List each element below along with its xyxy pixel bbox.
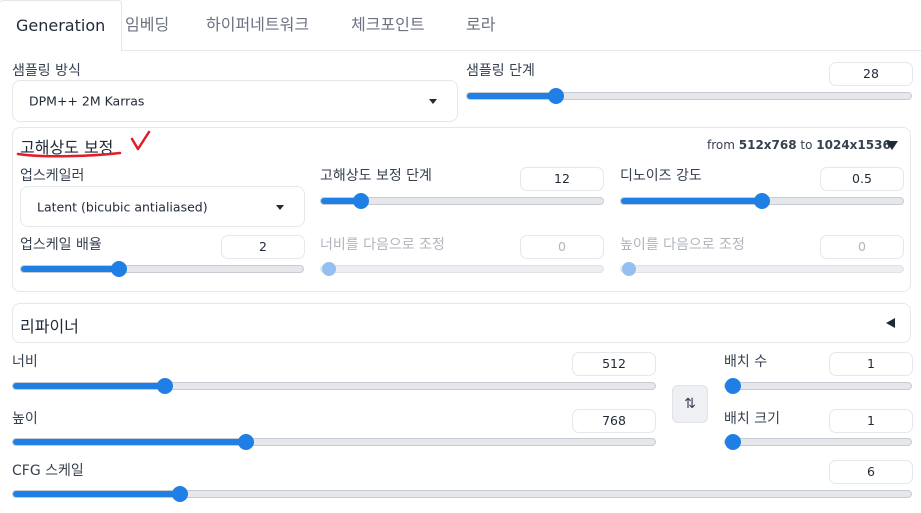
resize-width-input[interactable]: 0 [520, 235, 604, 259]
slider-fill [13, 383, 165, 389]
slider-fill [21, 266, 120, 272]
collapse-triangle-icon[interactable] [886, 141, 898, 150]
denoise-label: 디노이즈 강도 [620, 168, 702, 184]
batch-size-input[interactable]: 1 [829, 409, 913, 433]
slider-thumb[interactable] [156, 378, 173, 394]
batch-count-slider[interactable] [724, 378, 912, 394]
cfg-scale-slider[interactable] [12, 486, 912, 502]
upscale-by-input[interactable]: 2 [221, 235, 305, 259]
slider-thumb[interactable] [754, 193, 770, 209]
slider-thumb[interactable] [725, 378, 741, 394]
hires-steps-input[interactable]: 12 [520, 167, 604, 191]
resize-height-label: 높이를 다음으로 조정 [620, 237, 745, 253]
slider-fill [13, 491, 180, 497]
slider-fill [13, 439, 247, 445]
sampling-method-label: 샘플링 방식 [12, 63, 81, 79]
refiner-title[interactable]: 리파이너 [20, 313, 79, 337]
slider-fill [621, 198, 762, 204]
sampling-steps-slider[interactable] [466, 88, 912, 104]
slider-fill [467, 93, 557, 99]
swap-dimensions-button[interactable]: ⇅ [672, 385, 708, 423]
refiner-panel[interactable] [12, 303, 911, 343]
width-input[interactable]: 512 [572, 352, 656, 376]
hires-resolution-info: from 512x768 to 1024x1536 [707, 138, 891, 152]
swap-icon: ⇅ [684, 396, 696, 412]
slider-thumb[interactable] [322, 262, 336, 276]
tab-embedding[interactable]: 임베딩 [125, 0, 169, 51]
width-label: 너비 [12, 354, 38, 370]
tab-checkpoint[interactable]: 체크포인트 [351, 0, 425, 51]
sampling-steps-label: 샘플링 단계 [466, 63, 535, 79]
info-mid: to [796, 138, 817, 152]
batch-size-label: 배치 크기 [724, 411, 780, 427]
denoise-input[interactable]: 0.5 [820, 167, 904, 191]
batch-count-input[interactable]: 1 [829, 352, 913, 376]
resize-height-input[interactable]: 0 [820, 235, 904, 259]
sampling-method-dropdown[interactable]: DPM++ 2M Karras [12, 80, 458, 122]
upscaler-label: 업스케일러 [20, 168, 85, 184]
chevron-down-icon [276, 204, 284, 210]
tab-lora[interactable]: 로라 [466, 0, 495, 51]
slider-thumb[interactable] [622, 262, 636, 276]
hires-steps-slider[interactable] [320, 193, 604, 209]
slider-thumb[interactable] [725, 434, 741, 450]
expand-triangle-icon[interactable] [886, 318, 895, 328]
upscaler-dropdown[interactable]: Latent (bicubic antialiased) [20, 186, 305, 227]
batch-size-slider[interactable] [724, 434, 912, 450]
upscaler-value: Latent (bicubic antialiased) [37, 199, 208, 214]
hires-steps-label: 고해상도 보정 단계 [320, 168, 432, 184]
slider-thumb[interactable] [111, 261, 128, 277]
slider-thumb[interactable] [548, 88, 565, 104]
tab-bar: Generation 임베딩 하이퍼네트워크 체크포인트 로라 [0, 0, 921, 52]
resize-width-label: 너비를 다음으로 조정 [320, 237, 445, 253]
slider-thumb[interactable] [171, 486, 188, 502]
cfg-scale-input[interactable]: 6 [829, 460, 913, 484]
width-slider[interactable] [12, 378, 656, 394]
batch-count-label: 배치 수 [724, 354, 768, 370]
cfg-scale-label: CFG 스케일 [12, 463, 84, 479]
annotation-underline-check [16, 130, 151, 158]
sampling-method-value: DPM++ 2M Karras [29, 93, 145, 109]
upscale-by-label: 업스케일 배율 [20, 237, 102, 253]
info-from: 512x768 [738, 138, 797, 152]
denoise-slider[interactable] [620, 193, 904, 209]
slider-thumb[interactable] [238, 434, 255, 450]
resize-width-slider[interactable] [320, 262, 604, 276]
height-slider[interactable] [12, 434, 656, 450]
tab-generation[interactable]: Generation [0, 0, 123, 52]
sampling-steps-input[interactable]: 28 [829, 62, 913, 86]
height-input[interactable]: 768 [572, 409, 656, 433]
chevron-down-icon [429, 99, 437, 104]
slider-thumb[interactable] [352, 193, 369, 209]
tab-hypernetwork[interactable]: 하이퍼네트워크 [206, 0, 309, 51]
resize-height-slider[interactable] [620, 262, 904, 276]
upscale-by-slider[interactable] [20, 261, 304, 277]
info-prefix: from [707, 138, 739, 152]
info-to: 1024x1536 [816, 138, 891, 152]
height-label: 높이 [12, 411, 38, 427]
